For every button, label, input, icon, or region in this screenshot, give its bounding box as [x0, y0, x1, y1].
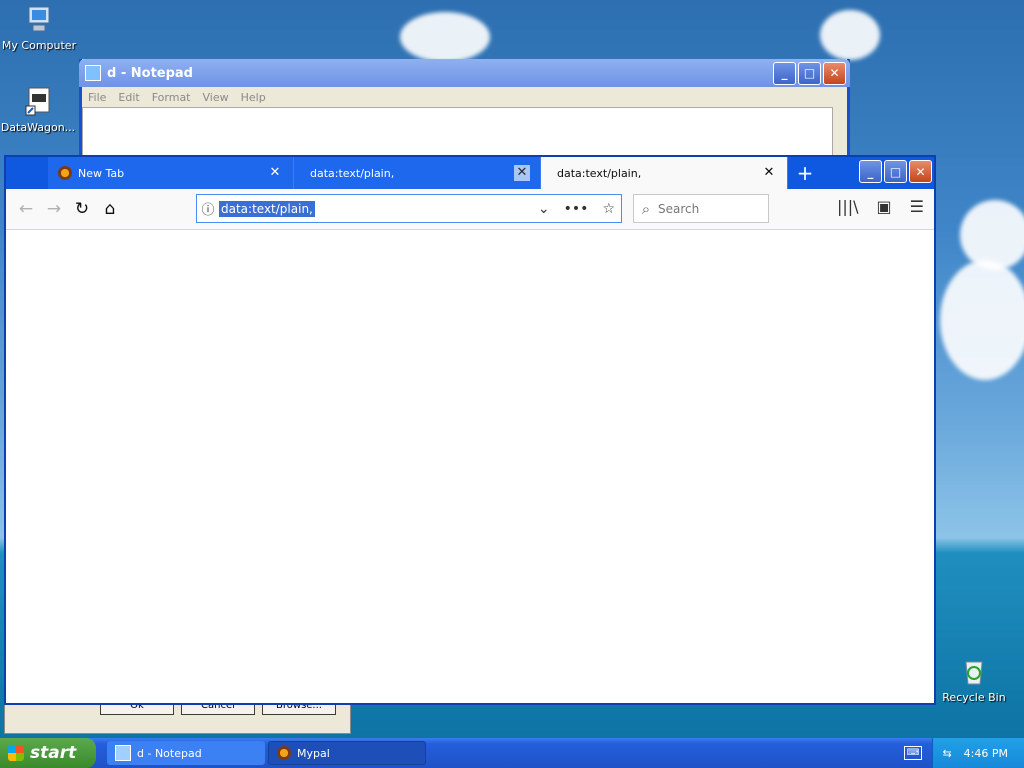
close-tab-icon[interactable]: ✕	[761, 165, 777, 181]
windows-logo-icon	[8, 745, 24, 761]
network-icon[interactable]: ⇆	[942, 747, 951, 760]
search-input[interactable]: ⌕ Search	[633, 194, 769, 223]
menu-view[interactable]: View	[203, 91, 229, 104]
url-bar-actions: ⌄ ••• ☆	[538, 201, 621, 217]
cloud	[940, 260, 1024, 380]
menu-file[interactable]: File	[88, 91, 106, 104]
desktop-icon-label: DataWagon...	[0, 121, 76, 134]
tab-label: New Tab	[78, 166, 125, 180]
notepad-icon	[85, 65, 101, 81]
back-button[interactable]: ←	[12, 195, 40, 223]
desktop-icon-label: My Computer	[1, 39, 77, 52]
library-icon[interactable]: |||\	[837, 197, 859, 216]
url-text[interactable]: data:text/plain,	[219, 200, 315, 217]
close-tab-icon[interactable]: ✕	[267, 165, 283, 181]
taskbar: start d - Notepad Mypal ⌨ ⇆ 4:46 PM	[0, 738, 1024, 768]
close-button[interactable]: ✕	[909, 160, 932, 183]
minimize-button[interactable]: _	[859, 160, 882, 183]
forward-button[interactable]: →	[40, 195, 68, 223]
start-label: start	[30, 743, 77, 763]
tab-data-text-plain-2[interactable]: data:text/plain, ✕	[541, 157, 788, 189]
menu-format[interactable]: Format	[152, 91, 191, 104]
mypal-icon	[58, 166, 72, 180]
search-placeholder: Search	[658, 201, 700, 216]
desktop-icon-recycle-bin[interactable]: Recycle Bin	[936, 656, 1012, 704]
task-label: d - Notepad	[137, 746, 202, 760]
taskbar-item-mypal[interactable]: Mypal	[268, 741, 426, 765]
url-bar[interactable]: ⓘ data:text/plain, ⌄ ••• ☆	[196, 194, 622, 223]
browser-window: New Tab ✕ data:text/plain, ✕ data:text/p…	[4, 155, 936, 705]
close-button[interactable]: ✕	[823, 61, 846, 85]
home-button[interactable]: ⌂	[96, 195, 124, 223]
sidebar-icon[interactable]: ▣	[877, 197, 892, 216]
tab-label: data:text/plain,	[557, 166, 642, 180]
tab-new-tab[interactable]: New Tab ✕	[48, 157, 294, 189]
notepad-icon	[115, 745, 131, 761]
tab-strip: New Tab ✕ data:text/plain, ✕ data:text/p…	[6, 157, 934, 189]
desktop-icon-label: Recycle Bin	[942, 691, 1006, 704]
star-icon[interactable]: ☆	[602, 201, 615, 217]
computer-icon	[23, 4, 55, 36]
cloud	[960, 200, 1024, 270]
browser-window-buttons: _ □ ✕	[859, 160, 932, 183]
right-toolbar: |||\ ▣ ☰	[837, 197, 924, 216]
tab-data-text-plain-1[interactable]: data:text/plain, ✕	[294, 157, 541, 189]
taskbar-item-notepad[interactable]: d - Notepad	[107, 741, 265, 765]
clock[interactable]: 4:46 PM	[964, 747, 1008, 760]
reload-button[interactable]: ↻	[68, 195, 96, 223]
recycle-bin-icon	[958, 656, 990, 688]
cloud	[400, 12, 490, 62]
system-tray: ⇆ 4:46 PM	[932, 738, 1024, 768]
tab-strip-spacer	[6, 157, 48, 189]
desktop-icon-my-computer[interactable]: My Computer	[1, 4, 77, 52]
shortcut-icon	[22, 86, 54, 118]
menu-help[interactable]: Help	[241, 91, 266, 104]
menu-edit[interactable]: Edit	[118, 91, 139, 104]
task-label: Mypal	[297, 746, 330, 760]
maximize-button[interactable]: □	[798, 61, 821, 85]
desktop-icon-datawagon[interactable]: DataWagon...	[0, 86, 76, 134]
maximize-button[interactable]: □	[884, 160, 907, 183]
notepad-window-buttons: _ □ ✕	[773, 61, 846, 85]
page-content[interactable]	[6, 230, 934, 703]
keyboard-icon[interactable]: ⌨	[904, 746, 922, 760]
chevron-down-icon[interactable]: ⌄	[538, 201, 550, 217]
notepad-menubar: File Edit Format View Help	[82, 87, 847, 107]
mypal-icon	[277, 746, 291, 760]
close-tab-icon[interactable]: ✕	[514, 165, 530, 181]
tab-label: data:text/plain,	[310, 166, 395, 180]
hamburger-menu-icon[interactable]: ☰	[910, 197, 924, 216]
cloud	[820, 10, 880, 60]
search-icon: ⌕	[641, 199, 651, 218]
more-actions-icon[interactable]: •••	[564, 201, 589, 217]
start-button[interactable]: start	[0, 738, 96, 768]
notepad-title: d - Notepad	[107, 65, 193, 81]
new-tab-button[interactable]: +	[788, 157, 822, 189]
info-icon[interactable]: ⓘ	[197, 199, 219, 218]
notepad-titlebar[interactable]: d - Notepad _ □ ✕	[79, 59, 850, 87]
minimize-button[interactable]: _	[773, 61, 796, 85]
